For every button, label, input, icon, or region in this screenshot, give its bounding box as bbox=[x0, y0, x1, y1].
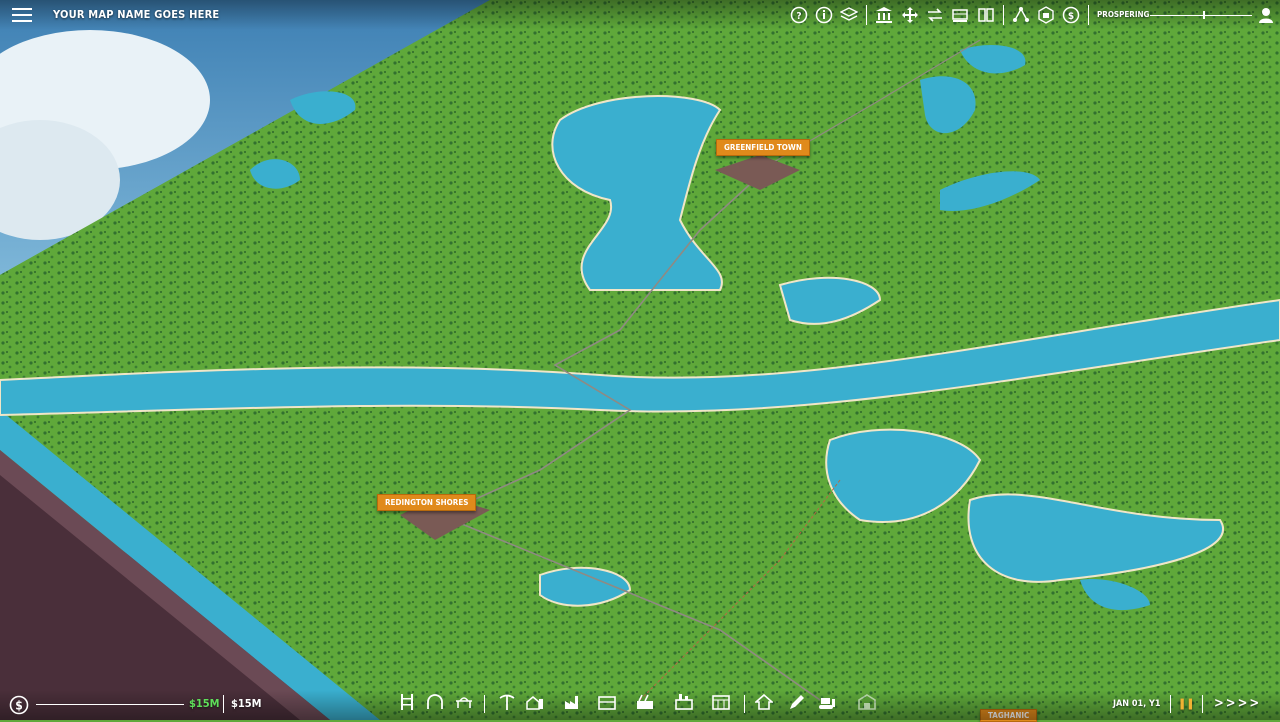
prosperity-track bbox=[1150, 15, 1252, 16]
bank-icon[interactable] bbox=[875, 6, 893, 24]
money-total: $15M bbox=[231, 697, 262, 710]
divider bbox=[484, 695, 485, 713]
status-text: PROSPERING bbox=[1097, 10, 1150, 19]
divider bbox=[223, 695, 224, 713]
factory-icon[interactable] bbox=[564, 693, 582, 711]
warehouse-icon[interactable] bbox=[598, 693, 616, 711]
svg-text:$: $ bbox=[15, 699, 23, 713]
book-icon[interactable] bbox=[977, 6, 995, 24]
train-icon[interactable] bbox=[951, 6, 969, 24]
tunnel-icon[interactable] bbox=[426, 693, 444, 711]
help-icon[interactable]: ? bbox=[790, 6, 808, 24]
pause-button[interactable]: ❚❚ bbox=[1178, 697, 1195, 710]
date-display: JAN 01, Y1 bbox=[1113, 699, 1161, 709]
info-icon[interactable] bbox=[815, 6, 833, 24]
bulldozer-icon[interactable] bbox=[818, 693, 836, 711]
house-icon[interactable] bbox=[753, 693, 775, 711]
package-icon[interactable] bbox=[1037, 6, 1055, 24]
divider bbox=[1088, 5, 1089, 25]
shed-icon[interactable] bbox=[858, 693, 876, 711]
move-icon[interactable] bbox=[901, 6, 919, 24]
divider bbox=[1003, 5, 1004, 25]
mine-icon[interactable] bbox=[498, 693, 516, 711]
money-current: $15M bbox=[189, 697, 220, 710]
speed-control[interactable]: >>>> bbox=[1214, 696, 1261, 711]
station-icon[interactable] bbox=[398, 693, 416, 711]
user-icon[interactable] bbox=[1257, 6, 1275, 24]
trade-icon[interactable] bbox=[926, 6, 944, 24]
sawmill-icon[interactable] bbox=[636, 693, 654, 711]
depot-icon[interactable] bbox=[712, 693, 730, 711]
world-map[interactable] bbox=[0, 0, 1280, 720]
prosperity-thumb bbox=[1203, 11, 1205, 19]
divider bbox=[1170, 695, 1171, 713]
farm-icon[interactable] bbox=[526, 693, 544, 711]
divider bbox=[866, 5, 867, 25]
top-bar: YOUR MAP NAME GOES HERE ? $ PROSPERING bbox=[0, 0, 1280, 30]
divider bbox=[1202, 695, 1203, 713]
svg-text:$: $ bbox=[1068, 11, 1074, 22]
map-name[interactable]: YOUR MAP NAME GOES HERE bbox=[53, 8, 219, 21]
svg-text:?: ? bbox=[796, 11, 801, 22]
divider bbox=[744, 695, 745, 713]
bridge-icon[interactable] bbox=[455, 693, 473, 711]
dollar-icon[interactable]: $ bbox=[9, 695, 29, 715]
plant-icon[interactable] bbox=[675, 693, 693, 711]
pen-icon[interactable] bbox=[788, 693, 806, 711]
layers-icon[interactable] bbox=[839, 6, 859, 24]
money-track bbox=[36, 704, 184, 705]
money-icon[interactable]: $ bbox=[1062, 6, 1080, 24]
town-label-redington[interactable]: REDINGTON SHORES bbox=[377, 494, 477, 511]
menu-icon[interactable] bbox=[12, 6, 32, 24]
network-icon[interactable] bbox=[1012, 6, 1030, 24]
town-label-greenfield[interactable]: GREENFIELD TOWN bbox=[716, 139, 810, 156]
